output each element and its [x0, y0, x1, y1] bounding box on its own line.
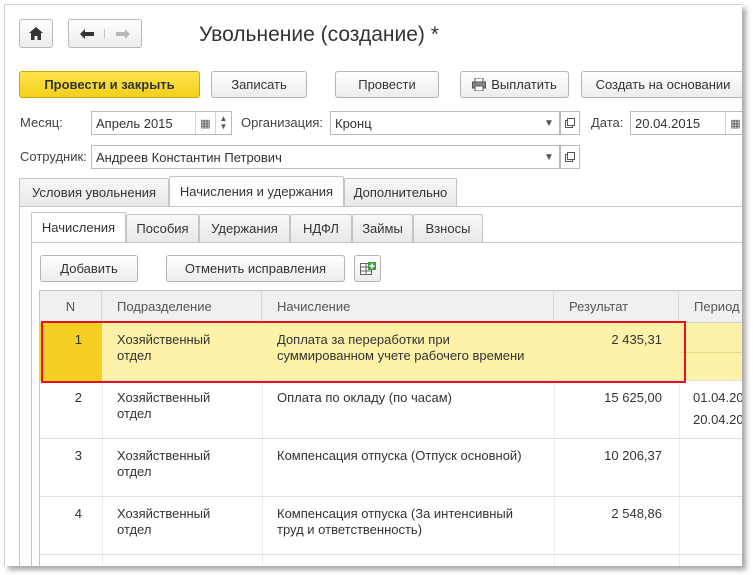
calendar-icon[interactable]: ▦ — [195, 112, 215, 134]
subtab-deductions[interactable]: Удержания — [199, 214, 290, 242]
period-subdivider — [680, 352, 742, 353]
row-accrual: Оплата по окладу (по часам) — [277, 390, 452, 405]
add-button[interactable]: Добавить — [40, 255, 138, 282]
row-result: 2 435,31 — [611, 332, 662, 347]
back-button[interactable] — [69, 28, 105, 39]
cancel-corrections-button[interactable]: Отменить исправления — [166, 255, 345, 282]
subtab-panel-border — [31, 242, 742, 243]
column-header-accrual[interactable]: Начисление — [262, 291, 554, 323]
table-settings-button[interactable] — [354, 255, 381, 282]
date-field[interactable]: 20.04.2015 ▦ — [630, 111, 742, 135]
table-row[interactable]: 4 Хозяйственный отдел Компенсация отпуска… — [40, 497, 742, 555]
employee-label: Сотрудник: — [20, 149, 87, 164]
table-row[interactable]: 3 Хозяйственный отдел Компенсация отпуска… — [40, 439, 742, 497]
row-accrual: Доплата за переработки при суммированном … — [277, 332, 525, 363]
forward-button[interactable] — [105, 28, 141, 39]
subtab-ndfl[interactable]: НДФЛ — [290, 214, 352, 242]
column-header-period[interactable]: Период — [679, 291, 742, 323]
row-period-start: 01.04.20 — [693, 390, 742, 405]
month-label: Месяц: — [20, 115, 63, 130]
month-field[interactable]: Апрель 2015 ▦ ▲ ▼ — [91, 111, 232, 135]
arrow-left-icon — [79, 28, 94, 39]
column-header-result[interactable]: Результат — [554, 291, 679, 323]
pay-button[interactable]: Выплатить — [460, 71, 569, 98]
spin-icon[interactable]: ▲ ▼ — [215, 112, 231, 134]
table-row[interactable]: 2 Хозяйственный отдел Оплата по окладу (п… — [40, 381, 742, 439]
employee-field[interactable]: Андреев Константин Петрович ▼ — [91, 145, 560, 169]
document-window: Увольнение (создание) * Провести и закры… — [4, 4, 742, 566]
row-result: 15 625,00 — [604, 390, 662, 405]
open-organization-button[interactable] — [560, 111, 580, 135]
pay-button-label: Выплатить — [491, 77, 557, 92]
post-button[interactable]: Провести — [335, 71, 439, 98]
row-department: Хозяйственный отдел — [117, 390, 211, 421]
printer-icon — [472, 78, 487, 91]
row-accrual: Компенсация отпуска (Отпуск основной) — [277, 448, 522, 463]
row-department: Хозяйственный отдел — [117, 448, 211, 479]
accruals-table: N Подразделение Начисление Результат Пер… — [39, 290, 742, 566]
subtab-loans[interactable]: Займы — [352, 214, 413, 242]
tab-panel-left-border — [19, 206, 20, 566]
date-label: Дата: — [591, 115, 624, 130]
open-link-icon — [565, 152, 575, 162]
subtab-benefits[interactable]: Пособия — [126, 214, 199, 242]
employee-dropdown-icon[interactable]: ▼ — [539, 146, 559, 168]
table-row[interactable]: 1 Хозяйственный отдел Доплата за перерабо… — [40, 323, 742, 381]
month-value: Апрель 2015 — [96, 115, 173, 131]
row-department: Хозяйственный отдел — [117, 332, 211, 363]
organization-label: Организация: — [241, 115, 324, 130]
row-period-end: 20.04.20 — [693, 412, 742, 427]
open-link-icon — [565, 118, 575, 128]
open-employee-button[interactable] — [560, 145, 580, 169]
row-number: 4 — [74, 506, 82, 521]
row-number: 2 — [74, 390, 82, 405]
organization-value: Кронц — [335, 115, 372, 131]
page-title: Увольнение (создание) * — [199, 23, 439, 46]
arrow-right-icon — [116, 28, 130, 39]
row-result: 10 206,37 — [604, 448, 662, 463]
date-calendar-icon[interactable]: ▦ — [725, 112, 742, 134]
date-value: 20.04.2015 — [635, 115, 701, 131]
nav-group — [68, 19, 142, 48]
row-result: 2 548,86 — [611, 506, 662, 521]
organization-field[interactable]: Кронц ▼ — [330, 111, 560, 135]
post-and-close-button[interactable]: Провести и закрыть — [19, 71, 200, 98]
row-accrual: Компенсация отпуска (За интенсивный труд … — [277, 506, 514, 537]
column-header-n[interactable]: N — [40, 291, 102, 323]
column-header-department[interactable]: Подразделение — [102, 291, 262, 323]
employee-value: Андреев Константин Петрович — [96, 149, 282, 165]
row-number: 3 — [74, 448, 82, 463]
subtab-panel-left-border — [31, 242, 32, 566]
tab-additional[interactable]: Дополнительно — [344, 178, 457, 206]
dropdown-icon[interactable]: ▼ — [539, 112, 559, 134]
tab-dismissal-conditions[interactable]: Условия увольнения — [19, 178, 169, 206]
row-number: 1 — [74, 332, 82, 347]
row-department: Хозяйственный отдел — [117, 506, 211, 537]
table-add-icon — [359, 261, 376, 275]
tab-accruals-deductions[interactable]: Начисления и удержания — [169, 176, 344, 206]
subtab-contributions[interactable]: Взносы — [413, 214, 483, 242]
create-based-on-button[interactable]: Создать на основании — [581, 71, 742, 98]
save-button[interactable]: Записать — [211, 71, 307, 98]
subtab-accruals[interactable]: Начисления — [31, 212, 126, 242]
tab-panel-border — [19, 206, 742, 207]
home-icon — [29, 27, 43, 40]
home-button[interactable] — [19, 19, 53, 48]
